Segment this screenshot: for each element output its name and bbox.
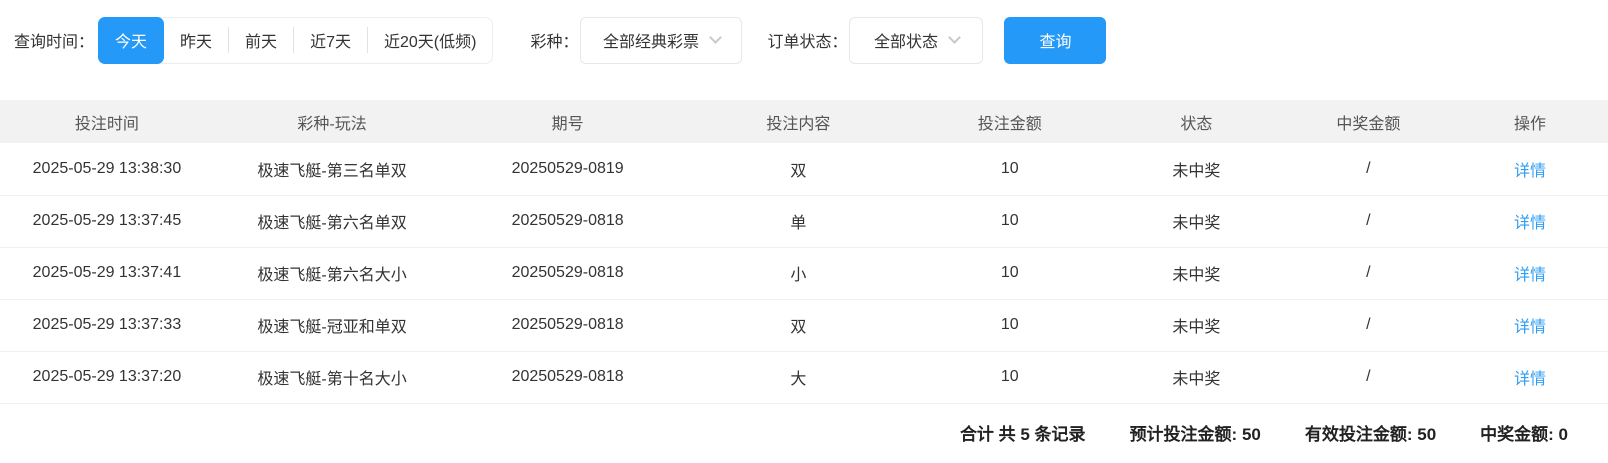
time-option-last-7-days[interactable]: 近7天: [294, 17, 367, 64]
cell-status: 未中奖: [1108, 143, 1285, 195]
table-row: 2025-05-29 13:37:41 极速飞艇-第六名大小 20250529-…: [0, 247, 1608, 299]
lottery-type-label: 彩种：: [530, 28, 578, 52]
cell-bet-content: 双: [685, 143, 912, 195]
cell-prize: /: [1285, 351, 1452, 403]
cell-bet-amount: 10: [912, 195, 1108, 247]
cell-status: 未中奖: [1108, 351, 1285, 403]
cell-game-play: 极速飞艇-第六名单双: [214, 195, 450, 247]
table-header-row: 投注时间 彩种-玩法 期号 投注内容 投注金额 状态 中奖金额 操作: [0, 100, 1608, 143]
table-row: 2025-05-29 13:37:33 极速飞艇-冠亚和单双 20250529-…: [0, 299, 1608, 351]
detail-link[interactable]: 详情: [1514, 163, 1546, 180]
cell-game-play: 极速飞艇-第六名大小: [214, 247, 450, 299]
detail-link[interactable]: 详情: [1514, 215, 1546, 232]
cell-bet-amount: 10: [912, 299, 1108, 351]
cell-bet-time: 2025-05-29 13:37:41: [0, 247, 214, 299]
cell-bet-amount: 10: [912, 143, 1108, 195]
header-prize-amount: 中奖金额: [1285, 100, 1452, 143]
time-range-button-group: 今天 昨天 前天 近7天 近20天(低频): [98, 17, 493, 64]
cell-issue: 20250529-0818: [450, 247, 685, 299]
detail-link[interactable]: 详情: [1514, 319, 1546, 336]
chevron-down-icon: [709, 31, 722, 44]
cell-prize: /: [1285, 247, 1452, 299]
cell-prize: /: [1285, 195, 1452, 247]
cell-bet-content: 单: [685, 195, 912, 247]
time-option-today[interactable]: 今天: [98, 17, 164, 64]
cell-prize: /: [1285, 299, 1452, 351]
cell-bet-content: 小: [685, 247, 912, 299]
detail-link[interactable]: 详情: [1514, 371, 1546, 388]
detail-link[interactable]: 详情: [1514, 267, 1546, 284]
cell-bet-content: 大: [685, 351, 912, 403]
header-bet-time: 投注时间: [0, 100, 214, 143]
header-status: 状态: [1108, 100, 1285, 143]
time-option-day-before[interactable]: 前天: [229, 17, 293, 64]
cell-issue: 20250529-0818: [450, 195, 685, 247]
lottery-type-select[interactable]: 全部经典彩票: [580, 17, 742, 64]
header-issue: 期号: [450, 100, 685, 143]
cell-status: 未中奖: [1108, 247, 1285, 299]
cell-status: 未中奖: [1108, 195, 1285, 247]
summary-bar: 合计 共 5 条记录 预计投注金额: 50 有效投注金额: 50 中奖金额: 0: [0, 404, 1608, 461]
lottery-type-value: 全部经典彩票: [603, 28, 699, 52]
time-option-last-20-days[interactable]: 近20天(低频): [368, 17, 492, 64]
cell-bet-time: 2025-05-29 13:37:20: [0, 351, 214, 403]
filter-bar: 查询时间： 今天 昨天 前天 近7天 近20天(低频) 彩种： 全部经典彩票 订…: [0, 0, 1608, 80]
search-button[interactable]: 查询: [1004, 17, 1106, 64]
cell-bet-content: 双: [685, 299, 912, 351]
cell-bet-amount: 10: [912, 247, 1108, 299]
table-row: 2025-05-29 13:38:30 极速飞艇-第三名单双 20250529-…: [0, 143, 1608, 195]
cell-issue: 20250529-0818: [450, 299, 685, 351]
cell-bet-time: 2025-05-29 13:38:30: [0, 143, 214, 195]
query-time-label: 查询时间：: [14, 28, 94, 52]
header-game-play: 彩种-玩法: [214, 100, 450, 143]
summary-valid-bet-amount: 有效投注金额: 50: [1305, 420, 1436, 445]
table-row: 2025-05-29 13:37:20 极速飞艇-第十名大小 20250529-…: [0, 351, 1608, 403]
summary-prize-amount: 中奖金额: 0: [1480, 420, 1568, 445]
header-action: 操作: [1452, 100, 1608, 143]
bet-records-table: 投注时间 彩种-玩法 期号 投注内容 投注金额 状态 中奖金额 操作 2025-…: [0, 100, 1608, 404]
chevron-down-icon: [948, 31, 961, 44]
summary-total-records: 合计 共 5 条记录: [960, 420, 1086, 445]
summary-expected-bet-amount: 预计投注金额: 50: [1130, 420, 1261, 445]
cell-status: 未中奖: [1108, 299, 1285, 351]
cell-game-play: 极速飞艇-第三名单双: [214, 143, 450, 195]
header-bet-amount: 投注金额: [912, 100, 1108, 143]
order-status-select[interactable]: 全部状态: [849, 17, 983, 64]
order-status-label: 订单状态：: [767, 28, 847, 52]
cell-bet-amount: 10: [912, 351, 1108, 403]
order-status-value: 全部状态: [874, 28, 938, 52]
cell-prize: /: [1285, 143, 1452, 195]
cell-bet-time: 2025-05-29 13:37:33: [0, 299, 214, 351]
cell-issue: 20250529-0818: [450, 351, 685, 403]
table-row: 2025-05-29 13:37:45 极速飞艇-第六名单双 20250529-…: [0, 195, 1608, 247]
time-option-yesterday[interactable]: 昨天: [164, 17, 228, 64]
cell-bet-time: 2025-05-29 13:37:45: [0, 195, 214, 247]
header-bet-content: 投注内容: [685, 100, 912, 143]
cell-issue: 20250529-0819: [450, 143, 685, 195]
cell-game-play: 极速飞艇-冠亚和单双: [214, 299, 450, 351]
cell-game-play: 极速飞艇-第十名大小: [214, 351, 450, 403]
